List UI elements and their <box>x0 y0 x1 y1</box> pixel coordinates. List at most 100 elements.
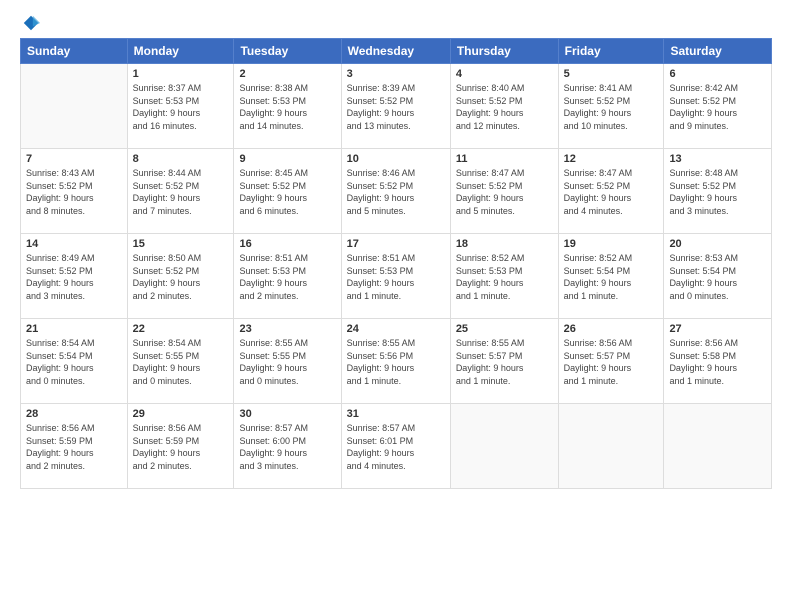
day-info: Sunrise: 8:41 AMSunset: 5:52 PMDaylight:… <box>564 82 659 132</box>
day-number: 26 <box>564 323 659 335</box>
day-number: 18 <box>456 238 553 250</box>
calendar-cell: 17 Sunrise: 8:51 AMSunset: 5:53 PMDayligh… <box>341 234 450 319</box>
calendar-week-row: 1 Sunrise: 8:37 AMSunset: 5:53 PMDaylight… <box>21 64 772 149</box>
calendar-cell: 20 Sunrise: 8:53 AMSunset: 5:54 PMDayligh… <box>664 234 772 319</box>
calendar-header-row: SundayMondayTuesdayWednesdayThursdayFrid… <box>21 39 772 64</box>
day-number: 22 <box>133 323 229 335</box>
day-number: 31 <box>347 408 445 420</box>
calendar-cell: 15Sunrise: 8:50 AMSunset: 5:52 PMDayligh… <box>127 234 234 319</box>
calendar-day-header: Friday <box>558 39 664 64</box>
day-info: Sunrise: 8:56 AMSunset: 5:59 PMDaylight:… <box>133 422 229 472</box>
day-info: Sunrise: 8:46 AMSunset: 5:52 PMDaylight:… <box>347 167 445 217</box>
calendar-cell: 8 Sunrise: 8:44 AMSunset: 5:52 PMDaylight… <box>127 149 234 234</box>
day-info: Sunrise: 8:57 AMSunset: 6:00 PMDaylight:… <box>239 422 335 472</box>
day-info: Sunrise: 8:54 AMSunset: 5:54 PMDaylight:… <box>26 337 122 387</box>
calendar-day-header: Sunday <box>21 39 128 64</box>
day-info: Sunrise: 8:56 AMSunset: 5:57 PMDaylight:… <box>564 337 659 387</box>
calendar-day-header: Thursday <box>450 39 558 64</box>
page: SundayMondayTuesdayWednesdayThursdayFrid… <box>0 0 792 612</box>
calendar-cell: 30 Sunrise: 8:57 AMSunset: 6:00 PMDayligh… <box>234 404 341 489</box>
day-number: 4 <box>456 68 553 80</box>
day-number: 19 <box>564 238 659 250</box>
calendar-cell: 3 Sunrise: 8:39 AMSunset: 5:52 PMDaylight… <box>341 64 450 149</box>
day-info: Sunrise: 8:55 AMSunset: 5:55 PMDaylight:… <box>239 337 335 387</box>
day-info: Sunrise: 8:51 AMSunset: 5:53 PMDaylight:… <box>347 252 445 302</box>
calendar-cell <box>664 404 772 489</box>
day-info: Sunrise: 8:50 AMSunset: 5:52 PMDaylight:… <box>133 252 229 302</box>
calendar-table: SundayMondayTuesdayWednesdayThursdayFrid… <box>20 38 772 489</box>
calendar-cell: 2Sunrise: 8:38 AMSunset: 5:53 PMDaylight… <box>234 64 341 149</box>
day-info: Sunrise: 8:57 AMSunset: 6:01 PMDaylight:… <box>347 422 445 472</box>
calendar-cell: 14 Sunrise: 8:49 AMSunset: 5:52 PMDayligh… <box>21 234 128 319</box>
day-info: Sunrise: 8:42 AMSunset: 5:52 PMDaylight:… <box>669 82 766 132</box>
calendar-cell: 13Sunrise: 8:48 AMSunset: 5:52 PMDayligh… <box>664 149 772 234</box>
calendar-cell <box>558 404 664 489</box>
day-number: 6 <box>669 68 766 80</box>
calendar-cell: 28 Sunrise: 8:56 AMSunset: 5:59 PMDayligh… <box>21 404 128 489</box>
day-info: Sunrise: 8:44 AMSunset: 5:52 PMDaylight:… <box>133 167 229 217</box>
calendar-day-header: Monday <box>127 39 234 64</box>
day-number: 5 <box>564 68 659 80</box>
calendar-cell: 24Sunrise: 8:55 AMSunset: 5:56 PMDayligh… <box>341 319 450 404</box>
calendar-day-header: Saturday <box>664 39 772 64</box>
day-number: 3 <box>347 68 445 80</box>
day-info: Sunrise: 8:52 AMSunset: 5:53 PMDaylight:… <box>456 252 553 302</box>
day-info: Sunrise: 8:55 AMSunset: 5:56 PMDaylight:… <box>347 337 445 387</box>
calendar-cell: 5 Sunrise: 8:41 AMSunset: 5:52 PMDaylight… <box>558 64 664 149</box>
calendar-cell <box>21 64 128 149</box>
calendar-cell: 16Sunrise: 8:51 AMSunset: 5:53 PMDayligh… <box>234 234 341 319</box>
calendar-cell: 4 Sunrise: 8:40 AMSunset: 5:52 PMDaylight… <box>450 64 558 149</box>
day-number: 23 <box>239 323 335 335</box>
day-info: Sunrise: 8:47 AMSunset: 5:52 PMDaylight:… <box>456 167 553 217</box>
day-info: Sunrise: 8:55 AMSunset: 5:57 PMDaylight:… <box>456 337 553 387</box>
day-info: Sunrise: 8:52 AMSunset: 5:54 PMDaylight:… <box>564 252 659 302</box>
day-number: 20 <box>669 238 766 250</box>
day-info: Sunrise: 8:56 AMSunset: 5:59 PMDaylight:… <box>26 422 122 472</box>
day-number: 21 <box>26 323 122 335</box>
day-number: 7 <box>26 153 122 165</box>
day-info: Sunrise: 8:49 AMSunset: 5:52 PMDaylight:… <box>26 252 122 302</box>
day-info: Sunrise: 8:38 AMSunset: 5:53 PMDaylight:… <box>239 82 335 132</box>
day-number: 25 <box>456 323 553 335</box>
calendar-cell: 31 Sunrise: 8:57 AMSunset: 6:01 PMDayligh… <box>341 404 450 489</box>
day-number: 8 <box>133 153 229 165</box>
calendar-cell: 29 Sunrise: 8:56 AMSunset: 5:59 PMDayligh… <box>127 404 234 489</box>
day-number: 11 <box>456 153 553 165</box>
calendar-cell: 10Sunrise: 8:46 AMSunset: 5:52 PMDayligh… <box>341 149 450 234</box>
calendar-cell: 26 Sunrise: 8:56 AMSunset: 5:57 PMDayligh… <box>558 319 664 404</box>
day-number: 28 <box>26 408 122 420</box>
header <box>20 16 772 28</box>
day-info: Sunrise: 8:37 AMSunset: 5:53 PMDaylight:… <box>133 82 229 132</box>
day-info: Sunrise: 8:39 AMSunset: 5:52 PMDaylight:… <box>347 82 445 132</box>
day-number: 27 <box>669 323 766 335</box>
day-info: Sunrise: 8:45 AMSunset: 5:52 PMDaylight:… <box>239 167 335 217</box>
day-number: 1 <box>133 68 229 80</box>
calendar-week-row: 14 Sunrise: 8:49 AMSunset: 5:52 PMDayligh… <box>21 234 772 319</box>
day-number: 29 <box>133 408 229 420</box>
day-number: 30 <box>239 408 335 420</box>
calendar-cell: 23 Sunrise: 8:55 AMSunset: 5:55 PMDayligh… <box>234 319 341 404</box>
day-number: 14 <box>26 238 122 250</box>
calendar-cell: 18 Sunrise: 8:52 AMSunset: 5:53 PMDayligh… <box>450 234 558 319</box>
day-number: 12 <box>564 153 659 165</box>
day-info: Sunrise: 8:54 AMSunset: 5:55 PMDaylight:… <box>133 337 229 387</box>
day-info: Sunrise: 8:56 AMSunset: 5:58 PMDaylight:… <box>669 337 766 387</box>
logo <box>20 16 40 28</box>
day-info: Sunrise: 8:53 AMSunset: 5:54 PMDaylight:… <box>669 252 766 302</box>
day-info: Sunrise: 8:47 AMSunset: 5:52 PMDaylight:… <box>564 167 659 217</box>
day-number: 17 <box>347 238 445 250</box>
day-number: 13 <box>669 153 766 165</box>
day-info: Sunrise: 8:43 AMSunset: 5:52 PMDaylight:… <box>26 167 122 217</box>
calendar-day-header: Tuesday <box>234 39 341 64</box>
calendar-cell: 12 Sunrise: 8:47 AMSunset: 5:52 PMDayligh… <box>558 149 664 234</box>
calendar-day-header: Wednesday <box>341 39 450 64</box>
calendar-cell: 11 Sunrise: 8:47 AMSunset: 5:52 PMDayligh… <box>450 149 558 234</box>
calendar-cell: 6 Sunrise: 8:42 AMSunset: 5:52 PMDaylight… <box>664 64 772 149</box>
day-info: Sunrise: 8:51 AMSunset: 5:53 PMDaylight:… <box>239 252 335 302</box>
day-info: Sunrise: 8:40 AMSunset: 5:52 PMDaylight:… <box>456 82 553 132</box>
calendar-cell: 27 Sunrise: 8:56 AMSunset: 5:58 PMDayligh… <box>664 319 772 404</box>
calendar-week-row: 28 Sunrise: 8:56 AMSunset: 5:59 PMDayligh… <box>21 404 772 489</box>
day-number: 9 <box>239 153 335 165</box>
logo-icon <box>22 14 40 32</box>
calendar-cell: 25 Sunrise: 8:55 AMSunset: 5:57 PMDayligh… <box>450 319 558 404</box>
